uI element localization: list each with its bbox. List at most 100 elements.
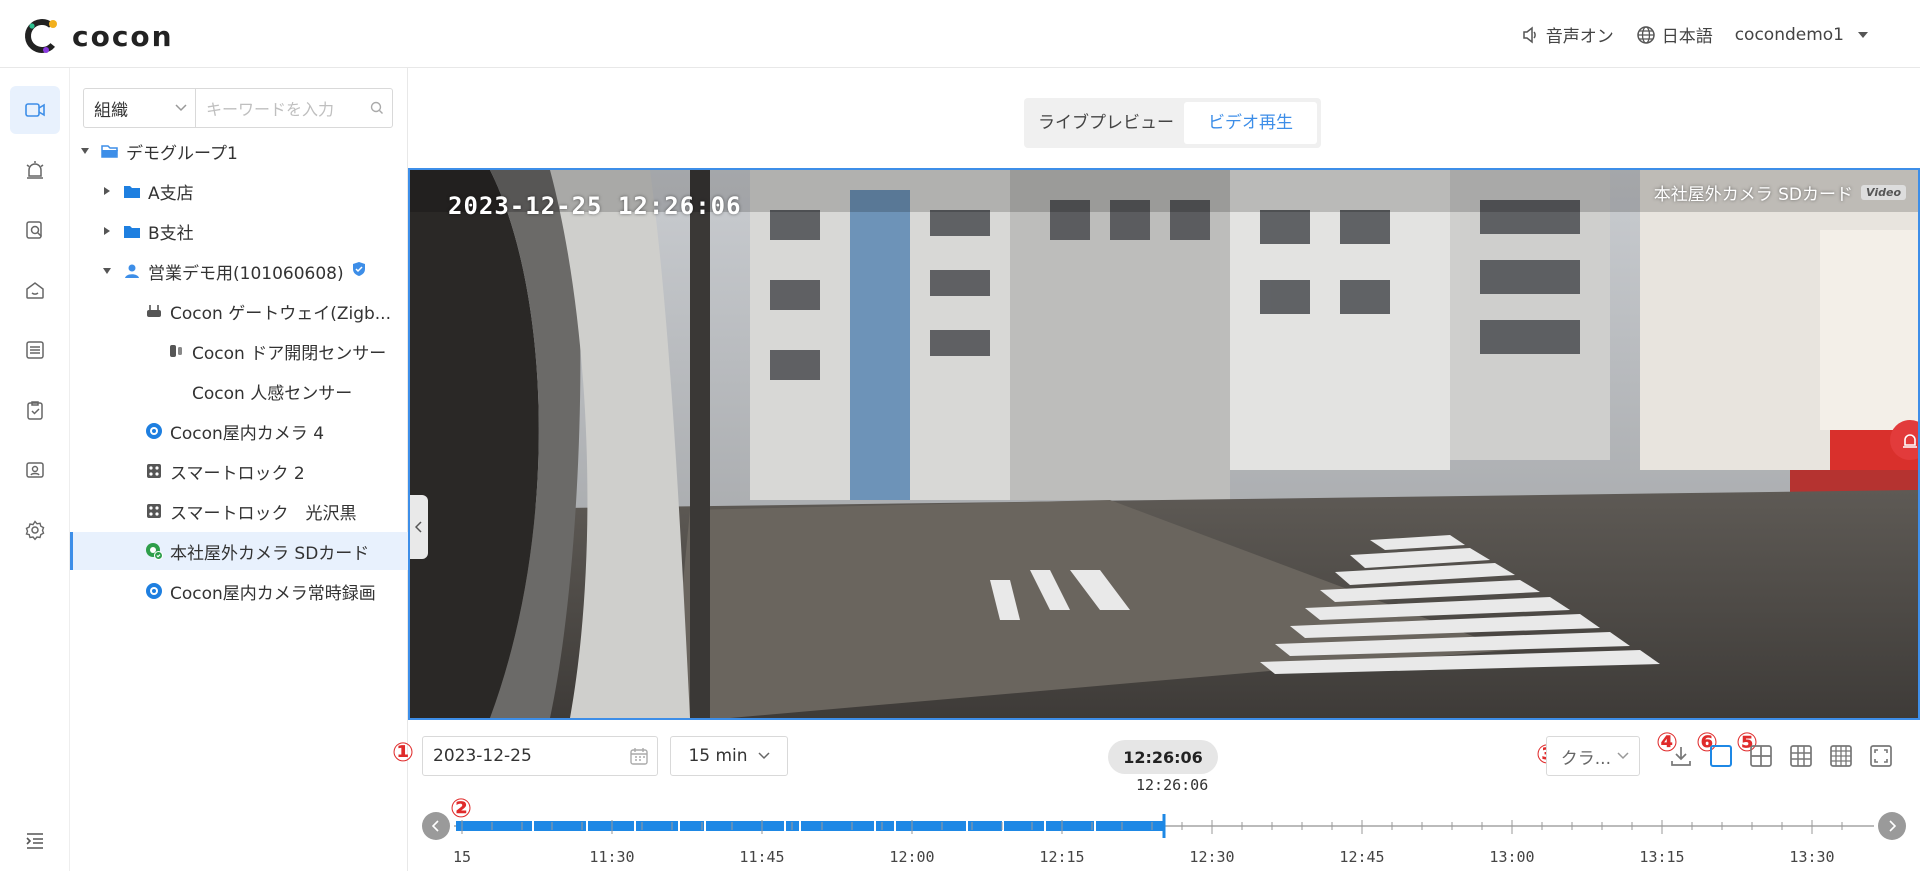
icon-rail: [0, 68, 70, 871]
segment-gap: [704, 821, 706, 831]
search-icon: [370, 101, 383, 114]
tree-item-sales-demo[interactable]: 営業デモ用(101060608): [70, 252, 408, 290]
tab-video-playback[interactable]: ビデオ再生: [1184, 102, 1317, 144]
view-mode-tabs: ライブプレビュー ビデオ再生: [1024, 98, 1321, 148]
nav-alarm[interactable]: [10, 146, 60, 194]
lock-icon: [144, 462, 164, 480]
grid-2x2-icon: [1750, 745, 1772, 767]
tree-item-door-sensor[interactable]: Cocon ドア開閉センサー: [70, 332, 408, 370]
camera-name: 本社屋外カメラ SDカード: [1653, 185, 1854, 205]
caret-down-icon[interactable]: [78, 147, 92, 155]
camera-icon: [144, 422, 164, 440]
user-card-icon: [26, 462, 44, 478]
tree-item-b-branch[interactable]: B支社: [70, 212, 408, 250]
date-value: 2023-12-25: [433, 746, 532, 766]
chevron-down-icon: [758, 752, 770, 760]
time-range-select[interactable]: 15 min: [670, 736, 788, 776]
tab-live-preview[interactable]: ライブプレビュー: [1028, 102, 1184, 144]
tree-item-label: Cocon ドア開閉センサー: [192, 343, 387, 364]
segment-gap: [532, 821, 534, 831]
recorded-segment[interactable]: [456, 821, 1164, 831]
timeline-prev-button[interactable]: [422, 812, 450, 840]
gateway-icon: [144, 303, 164, 319]
home-icon: [26, 282, 44, 299]
settings-icon: [25, 520, 45, 541]
org-select-value: 組織: [94, 100, 128, 121]
tree-item-motion-sensor[interactable]: Cocon 人感センサー: [70, 372, 408, 410]
logo-text: cocon: [72, 19, 174, 53]
nav-video[interactable]: [10, 86, 60, 134]
folder-open-icon: [100, 144, 120, 159]
nav-users[interactable]: [10, 446, 60, 494]
layout-3x3-button[interactable]: [1787, 742, 1815, 770]
timeline-next-button[interactable]: [1878, 812, 1906, 840]
nav-settings[interactable]: [10, 506, 60, 554]
camera-icon: [144, 582, 164, 600]
layout-1x1-button[interactable]: [1707, 742, 1735, 770]
tree-item-label: 営業デモ用(101060608): [148, 263, 344, 284]
tree-item-a-branch[interactable]: A支店: [70, 172, 408, 210]
alarm-icon: [1903, 434, 1917, 448]
collapse-panel-button[interactable]: [410, 495, 428, 559]
segment-gap: [634, 821, 636, 831]
timeline-cursor-time: 12:26:06: [1136, 776, 1209, 794]
sound-toggle[interactable]: 音声オン: [1522, 22, 1614, 47]
annotation-1: ①: [392, 738, 415, 768]
nav-list[interactable]: [10, 326, 60, 374]
timeline-tick-label: 12:15: [1039, 848, 1085, 866]
layout-4x4-button[interactable]: [1827, 742, 1855, 770]
video-badge: Video: [1861, 185, 1906, 200]
search-doc-icon: [26, 221, 43, 239]
segment-gap: [784, 821, 786, 831]
date-picker[interactable]: 2023-12-25: [422, 736, 658, 776]
chevron-right-icon: [1889, 820, 1896, 832]
caret-down-icon[interactable]: [100, 267, 114, 275]
timeline-tick-label: 15: [452, 848, 472, 866]
tree-item-demo-group[interactable]: デモグループ1: [70, 132, 408, 170]
video-timestamp: 2023-12-25 12:26:06: [448, 192, 742, 220]
caret-right-icon[interactable]: [100, 226, 114, 236]
video-player[interactable]: 2023-12-25 12:26:06 本社屋外カメラ SDカード Video: [408, 168, 1920, 720]
segment-gap: [586, 821, 588, 831]
quality-select[interactable]: クラ...: [1546, 736, 1640, 776]
tree-item-smart-lock-2[interactable]: スマートロック 2: [70, 452, 408, 490]
tree-item-indoor-camera-continuous[interactable]: Cocon屋内カメラ常時録画: [70, 572, 408, 610]
main-area: ライブプレビュー ビデオ再生 2023-12-25 12:26:06 本社屋外カ…: [392, 68, 1920, 871]
door-sensor-icon: [166, 343, 186, 359]
tree-item-label: A支店: [148, 183, 194, 204]
user-menu[interactable]: cocondemo1: [1735, 25, 1870, 45]
fullscreen-button[interactable]: [1867, 742, 1895, 770]
globe-icon: [1636, 25, 1655, 44]
verified-shield-icon: [352, 261, 366, 282]
org-select[interactable]: 組織: [84, 89, 196, 127]
collapse-menu-button[interactable]: [22, 828, 48, 854]
nav-tasks[interactable]: [10, 386, 60, 434]
tree-item-outdoor-camera-sd[interactable]: 本社屋外カメラ SDカード: [70, 532, 408, 570]
caret-right-icon[interactable]: [100, 186, 114, 196]
tree-item-label: スマートロック 光沢黒: [170, 503, 357, 524]
timeline-track[interactable]: [454, 812, 1874, 848]
tree-search: 組織 キーワードを入力: [83, 88, 393, 128]
timeline-tick-label: 12:00: [889, 848, 935, 866]
language-selector[interactable]: 日本語: [1636, 22, 1713, 47]
keyword-input[interactable]: キーワードを入力: [196, 89, 392, 127]
segment-gap: [678, 821, 680, 831]
tree-item-gateway[interactable]: Cocon ゲートウェイ(Zigb...: [70, 292, 408, 330]
download-button[interactable]: [1667, 742, 1695, 770]
tree-item-indoor-camera-4[interactable]: Cocon屋内カメラ 4: [70, 412, 408, 450]
tree-item-smart-lock-black[interactable]: スマートロック 光沢黒: [70, 492, 408, 530]
timeline-tick-label: 11:45: [739, 848, 785, 866]
cocon-logo[interactable]: cocon: [22, 16, 174, 56]
layout-2x2-button[interactable]: [1747, 742, 1775, 770]
recorded-segments: [456, 821, 1164, 831]
nav-search[interactable]: [10, 206, 60, 254]
top-bar: cocon 音声オン 日本語 cocondemo1: [0, 0, 1920, 68]
playback-controls: ① 2023-12-25 15 min 12:26:06 ③ クラ... ④ ⑥…: [392, 728, 1920, 868]
camera-frame-image: [410, 170, 1918, 718]
single-view-icon: [1710, 745, 1732, 767]
segment-gap: [966, 821, 968, 831]
alarm-icon: [26, 161, 44, 179]
caret-down-icon: [1858, 31, 1868, 38]
nav-home[interactable]: [10, 266, 60, 314]
current-time-display: 12:26:06: [1108, 740, 1218, 774]
